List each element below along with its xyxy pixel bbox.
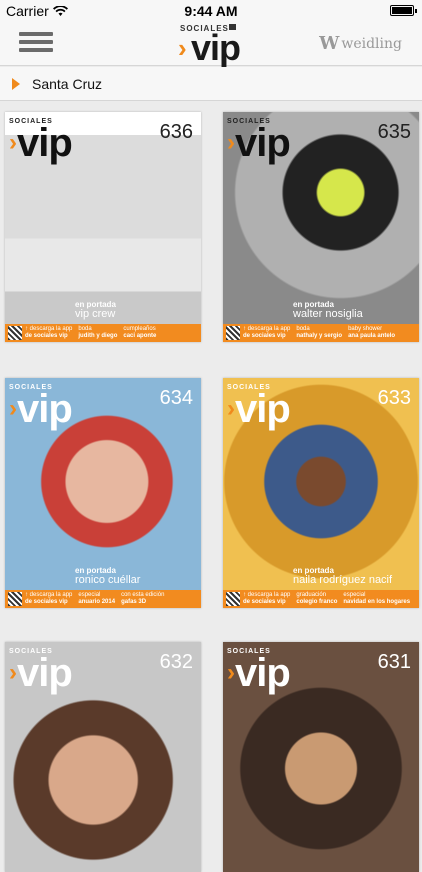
feature-name: naila rodríguez nacif — [293, 574, 393, 586]
strip-item-title: boda — [296, 326, 310, 332]
strip-item: graduación colegio franco — [296, 592, 343, 606]
qr-code-icon — [226, 592, 240, 606]
nav-bar: SOCIALES › vip W weidling — [0, 22, 422, 68]
strip-item-value: navidad en los hogares — [343, 599, 411, 605]
cover-masthead: SOCIALES › vip — [227, 648, 291, 695]
strip-item: cumpleaños caci aponte — [123, 326, 162, 340]
strip-item-title: boda — [78, 326, 92, 332]
strip-item: especial navidad en los hogares — [343, 592, 416, 606]
cover-vip: vip — [235, 651, 291, 695]
strip-item: ↑ descarga la app de sociales vip — [25, 592, 78, 606]
strip-item: ↑ descarga la app de sociales vip — [243, 326, 296, 340]
strip-item-value: anuario 2014 — [78, 599, 116, 605]
issue-number: 632 — [159, 651, 193, 673]
cover-info-strip: ↑ descarga la app de sociales vip graduaci… — [223, 590, 419, 608]
location-label: Santa Cruz — [32, 75, 103, 92]
strip-item-title: baby shower — [348, 326, 383, 332]
logo-chevron-icon: › — [178, 33, 187, 63]
play-arrow-icon — [12, 77, 20, 90]
battery-level — [392, 7, 412, 14]
issue-number: 636 — [159, 121, 193, 143]
magazine-cover[interactable]: SOCIALES › vip 636 en portada vip crew ↑ desca… — [5, 112, 201, 342]
issue-number: 631 — [377, 651, 411, 673]
cover-masthead: SOCIALES › vip — [9, 648, 73, 695]
cover-masthead: SOCIALES › vip — [227, 384, 291, 431]
cover-info-strip: ↑ descarga la app de sociales vip especial… — [5, 590, 201, 608]
hamburger-menu-button[interactable] — [19, 32, 53, 56]
strip-item: boda judith y diego — [78, 326, 123, 340]
strip-item-value: de sociales vip — [25, 333, 68, 339]
qr-code-icon — [8, 592, 22, 606]
strip-item-title: cumpleaños — [123, 326, 156, 332]
strip-item-title: ↑ descarga la app — [243, 592, 291, 598]
magazine-cover[interactable]: SOCIALES › vip 634 en portada ronico cuéllar ↑… — [5, 378, 201, 608]
issue-number: 634 — [159, 387, 193, 409]
strip-item: especial anuario 2014 — [78, 592, 121, 606]
magazine-cover[interactable]: SOCIALES › vip 632 — [5, 642, 201, 872]
cover-vip: vip — [17, 121, 73, 165]
logo-vip: vip — [191, 27, 241, 68]
cover-vip: vip — [17, 387, 73, 431]
partner-name: weidling — [341, 35, 402, 52]
cover-chevron-icon: › — [227, 395, 235, 422]
cover-masthead: SOCIALES › vip — [227, 118, 291, 165]
cover-vip: vip — [235, 121, 291, 165]
cover-chevron-icon: › — [9, 659, 17, 686]
strip-item-value: caci aponte — [123, 333, 157, 339]
strip-item-title: graduación — [296, 592, 327, 598]
app-logo[interactable]: SOCIALES › vip — [178, 23, 248, 68]
strip-item: ↑ descarga la app de sociales vip — [25, 326, 78, 340]
feature-name: ronico cuéllar — [75, 574, 141, 586]
magazine-cover[interactable]: SOCIALES › vip 635 en portada walter nosiglia… — [223, 112, 419, 342]
cover-chevron-icon: › — [227, 129, 235, 156]
menu-line — [19, 48, 53, 52]
cover-chevron-icon: › — [227, 659, 235, 686]
qr-code-icon — [8, 326, 22, 340]
strip-item-title: especial — [78, 592, 101, 598]
issue-number: 633 — [377, 387, 411, 409]
strip-item-title: ↑ descarga la app — [25, 592, 73, 598]
battery-icon — [390, 5, 417, 16]
strip-item-value: de sociales vip — [243, 599, 286, 605]
strip-item: ↑ descarga la app de sociales vip — [243, 592, 296, 606]
cover-masthead: SOCIALES › vip — [9, 384, 73, 431]
magazine-cover[interactable]: SOCIALES › vip 633 en portada naila rodríguez… — [223, 378, 419, 608]
cover-chevron-icon: › — [9, 129, 17, 156]
breadcrumb[interactable]: Santa Cruz — [0, 67, 422, 101]
strip-item-value: judith y diego — [78, 333, 118, 339]
strip-item-value: de sociales vip — [25, 599, 68, 605]
status-bar: Carrier 9:44 AM — [0, 0, 422, 22]
strip-item-title: especial — [343, 592, 366, 598]
qr-code-icon — [226, 326, 240, 340]
issue-number: 635 — [377, 121, 411, 143]
cover-vip: vip — [17, 651, 73, 695]
strip-item-value: nathaly y sergio — [296, 333, 343, 339]
strip-item-title: ↑ descarga la app — [25, 326, 73, 332]
menu-line — [19, 40, 53, 44]
partner-logo[interactable]: W weidling — [319, 33, 402, 54]
partner-w-icon: W — [319, 33, 340, 54]
strip-item: boda nathaly y sergio — [296, 326, 348, 340]
magazine-cover[interactable]: SOCIALES › vip 631 — [223, 642, 419, 872]
strip-item-title: ↑ descarga la app — [243, 326, 291, 332]
strip-item-value: de sociales vip — [243, 333, 286, 339]
menu-line — [19, 32, 53, 36]
strip-item: con esta edición gafas 3D — [121, 592, 170, 606]
cover-masthead: SOCIALES › vip — [9, 118, 73, 165]
cover-info-strip: ↑ descarga la app de sociales vip boda judi… — [5, 324, 201, 342]
strip-item-value: colegio franco — [296, 599, 338, 605]
cover-info-strip: ↑ descarga la app de sociales vip boda nath… — [223, 324, 419, 342]
feature-name: vip crew — [75, 308, 116, 320]
clock: 9:44 AM — [184, 3, 238, 19]
strip-item-value: gafas 3D — [121, 599, 147, 605]
strip-item-value: ana paula antelo — [348, 333, 396, 339]
feature-name: walter nosiglia — [293, 308, 363, 320]
cover-vip: vip — [235, 387, 291, 431]
cover-chevron-icon: › — [9, 395, 17, 422]
strip-item: baby shower ana paula antelo — [348, 326, 401, 340]
strip-item-title: con esta edición — [121, 592, 165, 598]
